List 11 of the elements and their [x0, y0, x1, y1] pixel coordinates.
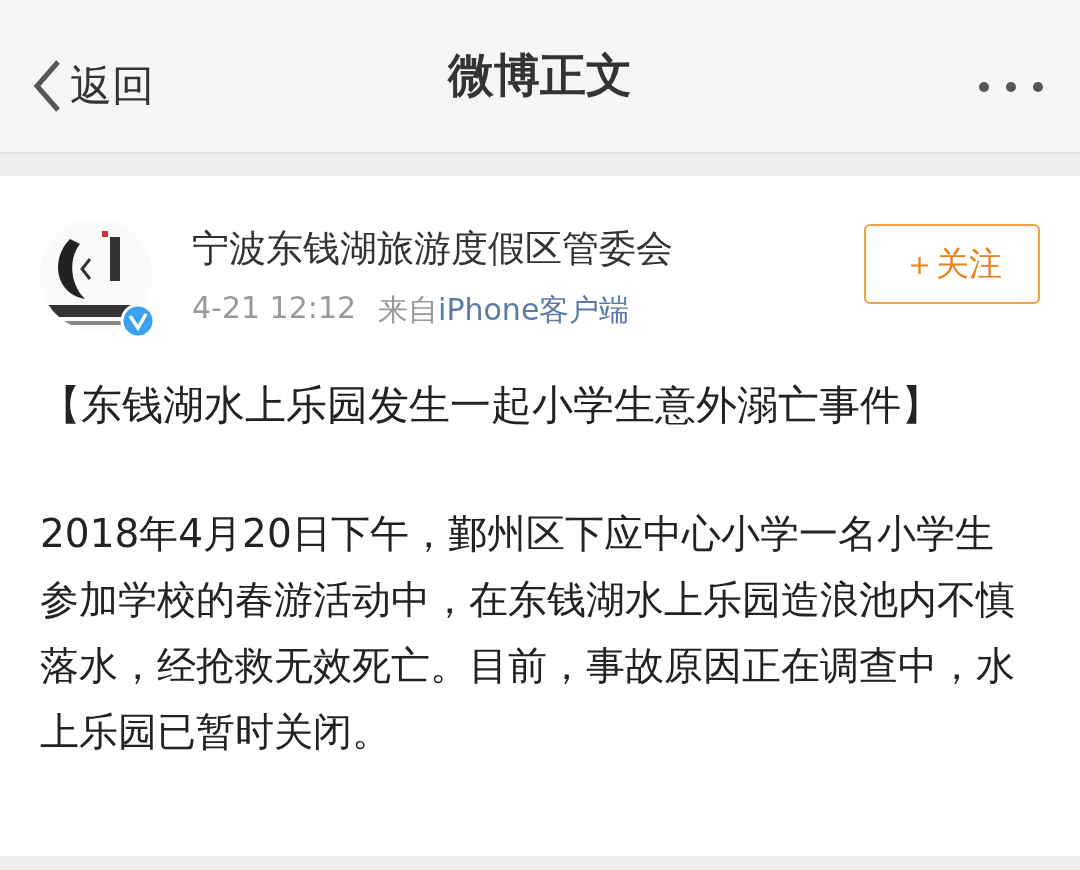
post-time: 4-21 12:12 [192, 290, 357, 327]
more-button[interactable] [978, 80, 1044, 94]
post-headline: 【东钱湖水上乐园发生一起小学生意外溺亡事件】 [40, 380, 943, 431]
more-icon [978, 80, 1044, 94]
back-icon [32, 59, 62, 113]
post-body: 2018年4月20日下午，鄞州区下应中心小学一名小学生参加学校的春游活动中，在东钱湖水上乐园造浪池内不慎落水，经抢救无效死亡。目前，事故原因正在调查中，水上乐园已暂时关闭。 [40, 510, 1016, 756]
source-link[interactable]: iPhone客户端 [438, 292, 630, 327]
source-label: 来自 [378, 292, 439, 327]
author-name[interactable]: 宁波东钱湖旅游度假区管委会 [192, 224, 864, 274]
page-title: 微博正文 [448, 47, 632, 104]
back-button[interactable]: 返回 [32, 58, 154, 114]
